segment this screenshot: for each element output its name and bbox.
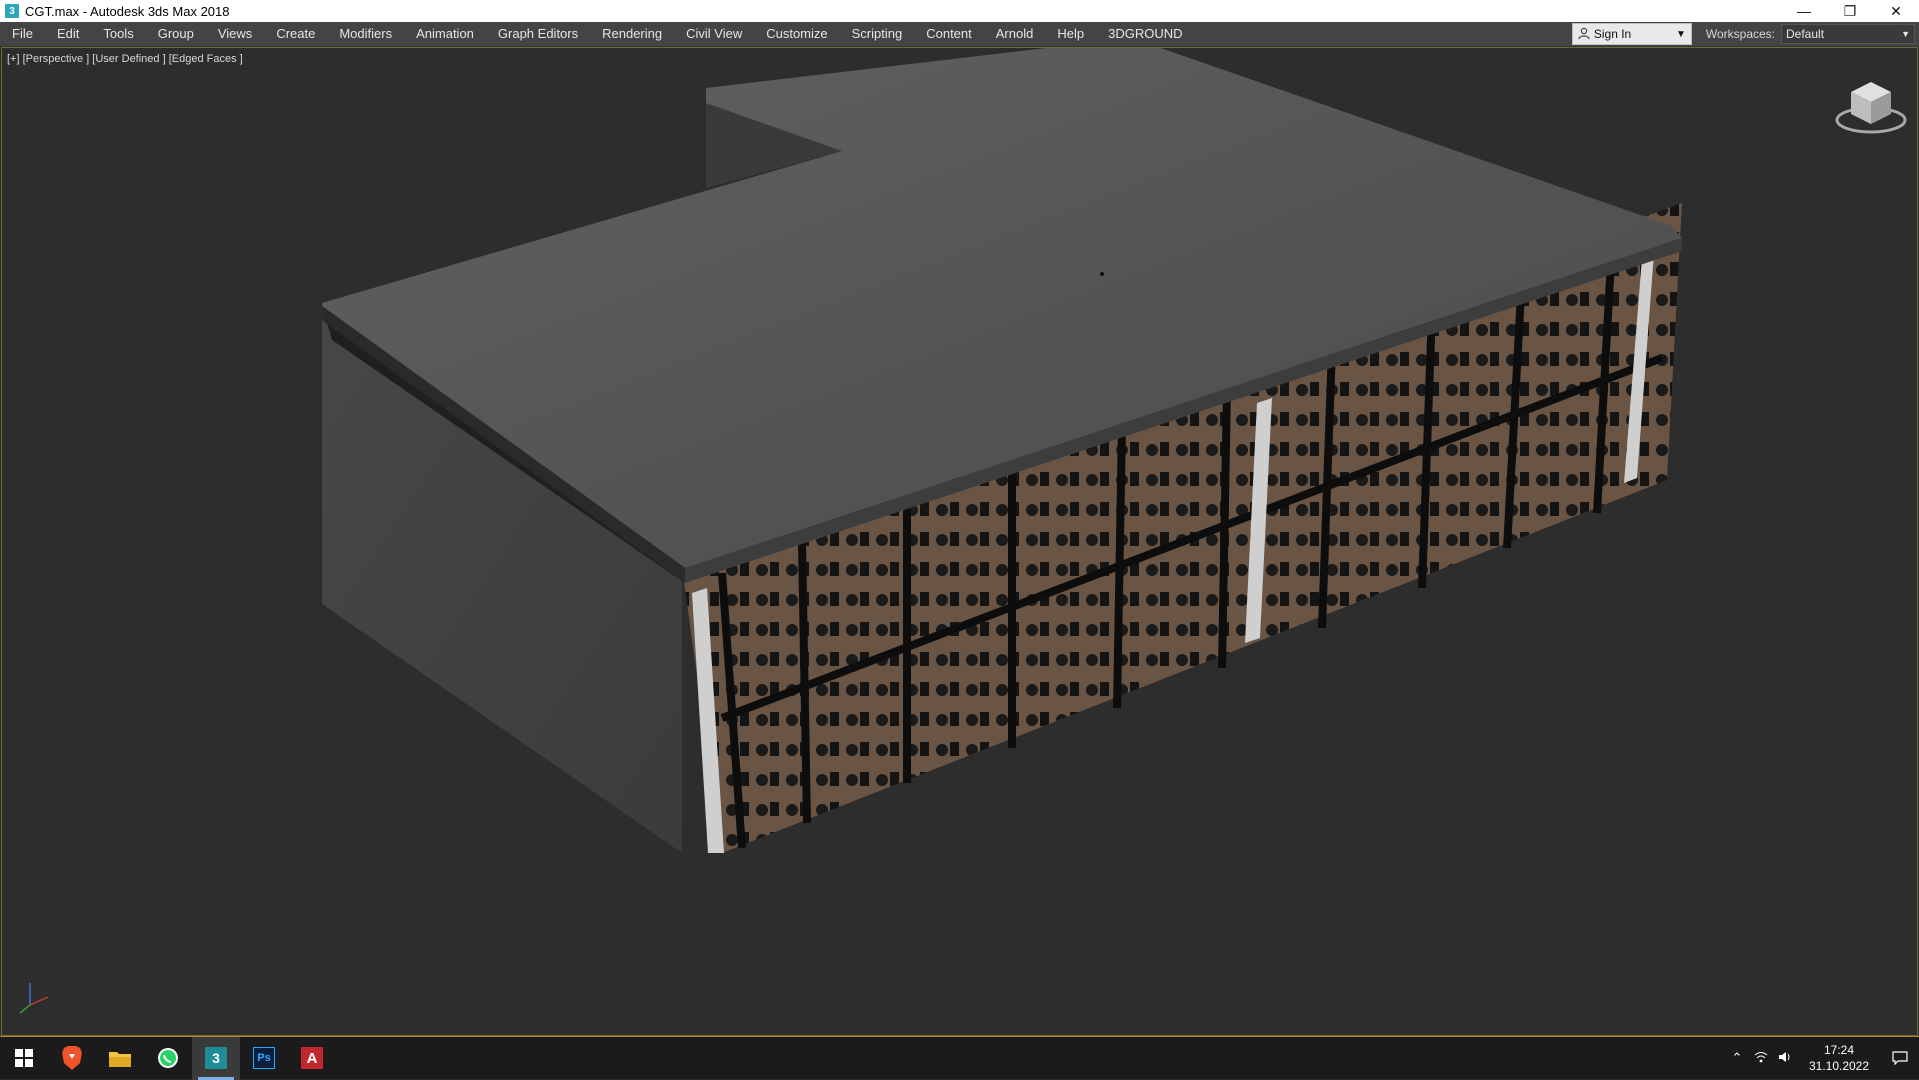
chevron-up-icon[interactable]: ⌃ — [1725, 1050, 1749, 1066]
menu-arnold[interactable]: Arnold — [984, 22, 1046, 46]
app-icon: 3 — [5, 4, 19, 18]
viewcube-icon[interactable] — [1831, 68, 1911, 148]
close-button[interactable]: ✕ — [1873, 0, 1919, 22]
autocad-icon: A — [301, 1047, 323, 1069]
taskbar-photoshop[interactable]: Ps — [240, 1037, 288, 1080]
user-icon — [1578, 27, 1590, 42]
notification-icon[interactable] — [1881, 1051, 1919, 1065]
menu-help[interactable]: Help — [1045, 22, 1096, 46]
brave-browser-icon — [62, 1046, 82, 1070]
scene-render — [322, 48, 1682, 853]
workspace-value: Default — [1786, 27, 1825, 41]
taskbar-autocad[interactable]: A — [288, 1037, 336, 1080]
menu-create[interactable]: Create — [264, 22, 327, 46]
sign-in-label: Sign In — [1593, 27, 1632, 41]
windows-start-icon — [15, 1049, 33, 1067]
viewport-label[interactable]: [+] [Perspective ] [User Defined ] [Edge… — [7, 53, 243, 65]
menu-file[interactable]: File — [0, 22, 45, 46]
menu-edit[interactable]: Edit — [45, 22, 91, 46]
taskbar-whatsapp[interactable] — [144, 1037, 192, 1080]
menu-civil-view[interactable]: Civil View — [674, 22, 754, 46]
restore-button[interactable]: ❐ — [1827, 0, 1873, 22]
whatsapp-icon — [158, 1048, 178, 1068]
window-title: CGT.max - Autodesk 3ds Max 2018 — [25, 3, 230, 19]
clock[interactable]: 17:24 31.10.2022 — [1803, 1042, 1875, 1074]
taskbar-brave[interactable] — [48, 1037, 96, 1080]
start-button[interactable] — [0, 1037, 48, 1080]
taskbar-file-explorer[interactable] — [96, 1037, 144, 1080]
photoshop-icon: Ps — [253, 1047, 275, 1069]
menu-rendering[interactable]: Rendering — [590, 22, 674, 46]
title-bar: 3 CGT.max - Autodesk 3ds Max 2018 — ❐ ✕ — [0, 0, 1919, 22]
minimize-button[interactable]: — — [1781, 0, 1827, 22]
clock-date: 31.10.2022 — [1808, 1059, 1870, 1073]
pivot-point — [1100, 272, 1104, 276]
menu-scripting[interactable]: Scripting — [840, 22, 915, 46]
menu-graph-editors[interactable]: Graph Editors — [486, 22, 590, 46]
menu-items: File Edit Tools Group Views Create Modifiers An… — [0, 22, 1195, 46]
clock-time: 17:24 — [1823, 1043, 1855, 1057]
menu-customize[interactable]: Customize — [754, 22, 839, 46]
volume-icon[interactable] — [1773, 1051, 1797, 1066]
perspective-viewport[interactable]: [+] [Perspective ] [User Defined ] [Edge… — [1, 47, 1918, 1036]
axis-tripod-icon — [12, 971, 62, 1021]
menu-content[interactable]: Content — [914, 22, 984, 46]
workspaces-dropdown[interactable]: Default ▼ — [1781, 24, 1915, 44]
menu-group[interactable]: Group — [146, 22, 206, 46]
taskbar: 3 Ps A ⌃ 17:24 31.10.2022 — [0, 1036, 1919, 1080]
menu-tools[interactable]: Tools — [91, 22, 145, 46]
menu-bar: File Edit Tools Group Views Create Modifiers An… — [0, 22, 1919, 47]
menu-modifiers[interactable]: Modifiers — [327, 22, 404, 46]
chevron-down-icon: ▼ — [1901, 29, 1910, 39]
3ds-max-icon: 3 — [205, 1047, 227, 1069]
menu-3dground[interactable]: 3DGROUND — [1096, 22, 1194, 46]
sign-in-button[interactable]: Sign In ▼ — [1571, 23, 1692, 45]
network-icon[interactable] — [1749, 1051, 1773, 1066]
taskbar-3ds-max[interactable]: 3 — [192, 1036, 240, 1080]
system-tray: ⌃ 17:24 31.10.2022 — [1725, 1042, 1919, 1074]
menu-views[interactable]: Views — [206, 22, 264, 46]
menu-animation[interactable]: Animation — [404, 22, 486, 46]
workspaces-label: Workspaces: — [1705, 27, 1775, 41]
file-explorer-icon — [109, 1052, 131, 1067]
chevron-down-icon: ▼ — [1675, 28, 1686, 40]
